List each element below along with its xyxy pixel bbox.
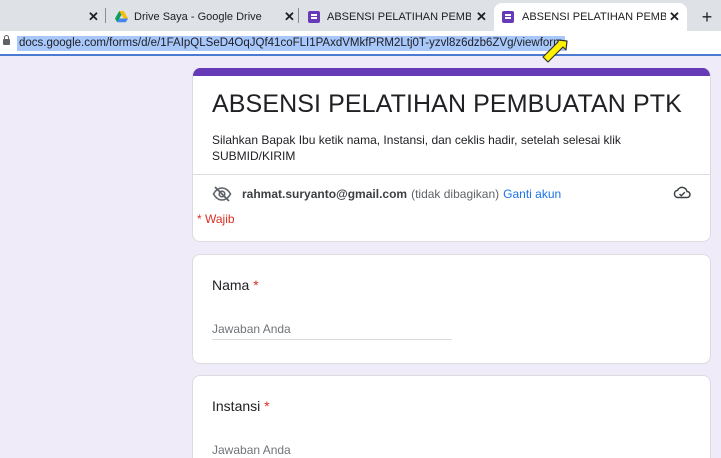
tab-label: ABSENSI PELATIHAN PEMBUATAN	[327, 11, 471, 23]
question-card-instansi: Instansi *	[192, 375, 711, 458]
instansi-input[interactable]	[212, 439, 452, 458]
nama-input[interactable]	[212, 318, 452, 340]
question-label: Nama *	[212, 277, 259, 293]
tab-label: Drive Saya - Google Drive	[134, 11, 262, 23]
required-note: * Wajib	[197, 212, 235, 226]
google-forms-icon	[308, 11, 320, 23]
eye-off-icon	[212, 186, 232, 202]
required-star: *	[253, 277, 259, 293]
tab-label: ABSENSI PELATIHAN PEMBUATAN	[522, 11, 666, 23]
question-title: Nama	[212, 277, 250, 293]
google-drive-icon	[115, 11, 128, 23]
pointer-arrow-icon	[542, 39, 568, 63]
tab-close-icon[interactable]: ✕	[476, 9, 487, 25]
divider	[193, 174, 710, 175]
tab-google-drive[interactable]: Drive Saya - Google Drive ✕	[106, 3, 298, 31]
form-accent-bar	[193, 68, 710, 76]
new-tab-button[interactable]: +	[695, 3, 719, 31]
form-description: Silahkan Bapak Ibu ketik nama, Instansi,…	[212, 133, 621, 163]
form-header-card: ABSENSI PELATIHAN PEMBUATAN PTK Silahkan…	[192, 68, 711, 242]
form-title: ABSENSI PELATIHAN PEMBUATAN PTK	[212, 90, 682, 118]
tab-partial[interactable]: ✕	[0, 3, 104, 31]
tab-close-icon[interactable]: ✕	[669, 9, 680, 25]
account-email: rahmat.suryanto@gmail.com	[242, 187, 408, 201]
url-text[interactable]: docs.google.com/forms/d/e/1FAIpQLSeD4OqJ…	[17, 36, 565, 51]
lock-icon[interactable]	[3, 35, 10, 45]
question-card-nama: Nama *	[192, 254, 711, 364]
tab-absensi-active[interactable]: ABSENSI PELATIHAN PEMBUATAN ✕	[494, 3, 687, 31]
account-row: rahmat.suryanto@gmail.com (tidak dibagik…	[212, 184, 561, 204]
not-shared-text: (tidak dibagikan)	[411, 187, 500, 201]
tab-close-icon[interactable]: ✕	[284, 9, 295, 25]
address-bar[interactable]: docs.google.com/forms/d/e/1FAIpQLSeD4OqJ…	[0, 31, 721, 56]
question-label: Instansi *	[212, 398, 270, 414]
tab-close-icon[interactable]: ✕	[88, 9, 99, 25]
cloud-icon[interactable]	[673, 185, 691, 199]
required-star: *	[264, 398, 270, 414]
google-forms-icon	[502, 11, 514, 23]
tab-strip: ✕ Drive Saya - Google Drive ✕ ABSENSI PE…	[0, 0, 721, 31]
tab-absensi-1[interactable]: ABSENSI PELATIHAN PEMBUATAN ✕	[299, 3, 492, 31]
switch-account-link[interactable]: Ganti akun	[503, 187, 561, 201]
question-title: Instansi	[212, 398, 261, 414]
